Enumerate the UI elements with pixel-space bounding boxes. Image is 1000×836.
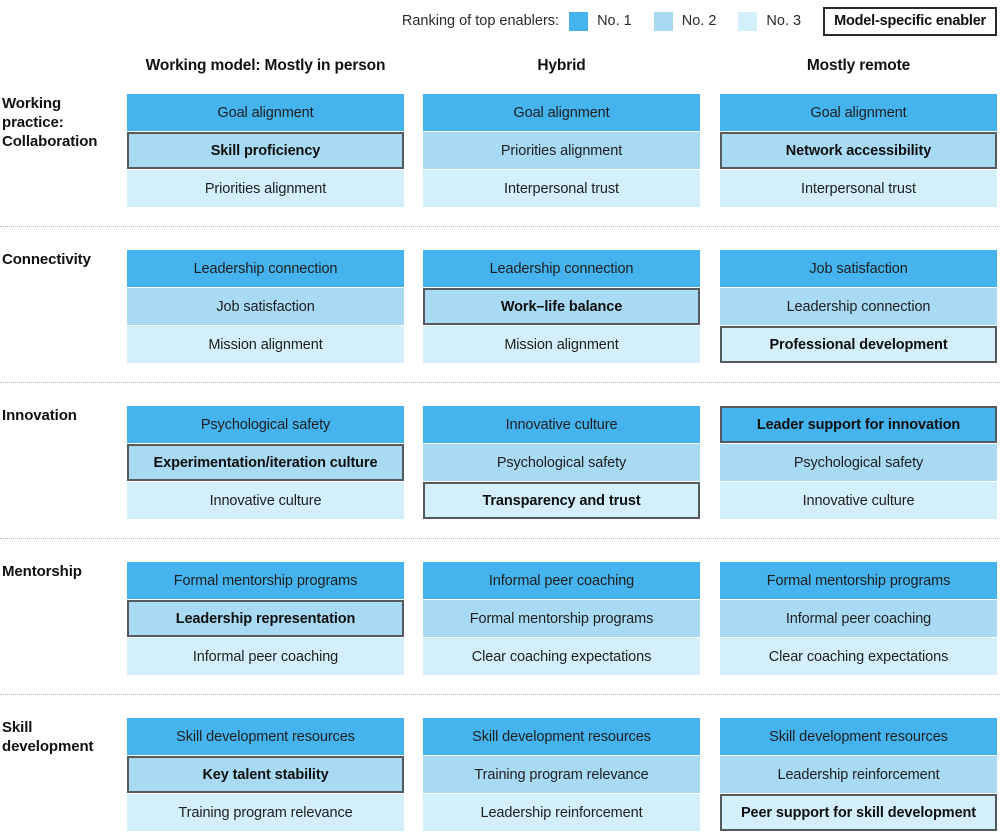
- cell-group-connectivity-mostly-remote: Job satisfaction Leadership connection Pro…: [720, 250, 997, 368]
- cell-group-mentorship-mostly-remote: Formal mentorship programs Informal peer …: [720, 562, 997, 680]
- row-divider-3: [0, 538, 1000, 539]
- enabler-cell[interactable]: Clear coaching expectations: [423, 638, 700, 675]
- enabler-cell[interactable]: Formal mentorship programs: [720, 562, 997, 599]
- cell-group-innovation-hybrid: Innovative culture Psychological safety Tr…: [423, 406, 700, 524]
- legend-item-rank-3: No. 3: [738, 11, 802, 31]
- row-working-practice-collaboration: Working practice: Collaboration Goal alig…: [0, 94, 1000, 212]
- enabler-cell[interactable]: Goal alignment: [127, 94, 404, 131]
- legend-model-specific-enabler: Model-specific enabler: [823, 6, 997, 36]
- enabler-cell[interactable]: Skill proficiency: [127, 132, 404, 169]
- column-header-mostly-remote: Mostly remote: [806, 57, 911, 74]
- enabler-cell[interactable]: Training program relevance: [127, 794, 404, 831]
- enabler-cell[interactable]: Transparency and trust: [423, 482, 700, 519]
- row-skill-development: Skill development Skill development resou…: [0, 718, 1000, 836]
- cell-group-connectivity-mostly-in-person: Leadership connection Job satisfaction Mis…: [127, 250, 404, 368]
- legend-item-rank-2: No. 2: [653, 11, 717, 31]
- legend-label-rank-1: No. 1: [597, 13, 632, 29]
- column-header-mostly-in-person: Working model: Mostly in person: [145, 57, 386, 74]
- enabler-cell[interactable]: Interpersonal trust: [423, 170, 700, 207]
- enabler-ranking-figure: Ranking of top enablers: No. 1 No. 2 No.…: [0, 0, 1000, 835]
- legend-swatch-rank-3: [738, 11, 758, 31]
- legend: Ranking of top enablers: No. 1 No. 2 No.…: [0, 6, 1000, 36]
- row-divider-1: [0, 226, 1000, 227]
- row-cells-mentorship: Formal mentorship programs Leadership rep…: [0, 562, 1000, 680]
- legend-swatch-rank-2: [653, 11, 673, 31]
- enabler-cell[interactable]: Leadership reinforcement: [423, 794, 700, 831]
- enabler-cell[interactable]: Network accessibility: [720, 132, 997, 169]
- row-cells-connectivity: Leadership connection Job satisfaction Mis…: [0, 250, 1000, 368]
- enabler-cell[interactable]: Leadership connection: [720, 288, 997, 325]
- cell-group-connectivity-hybrid: Leadership connection Work–life balance Mi…: [423, 250, 700, 368]
- enabler-cell[interactable]: Leadership connection: [127, 250, 404, 287]
- enabler-cell[interactable]: Formal mentorship programs: [127, 562, 404, 599]
- enabler-cell[interactable]: Training program relevance: [423, 756, 700, 793]
- enabler-cell[interactable]: Interpersonal trust: [720, 170, 997, 207]
- cell-group-working-practice-collaboration-mostly-remote: Goal alignment Network accessibility Inter…: [720, 94, 997, 212]
- row-mentorship: Mentorship Formal mentorship programs Lead…: [0, 562, 1000, 680]
- enabler-cell[interactable]: Leadership reinforcement: [720, 756, 997, 793]
- enabler-cell[interactable]: Clear coaching expectations: [720, 638, 997, 675]
- enabler-cell[interactable]: Informal peer coaching: [423, 562, 700, 599]
- enabler-cell[interactable]: Key talent stability: [127, 756, 404, 793]
- enabler-cell[interactable]: Formal mentorship programs: [423, 600, 700, 637]
- enabler-cell[interactable]: Leadership representation: [127, 600, 404, 637]
- row-connectivity: Connectivity Leadership connection Job sat…: [0, 250, 1000, 368]
- row-divider-2: [0, 382, 1000, 383]
- enabler-cell[interactable]: Skill development resources: [127, 718, 404, 755]
- enabler-cell[interactable]: Informal peer coaching: [127, 638, 404, 675]
- row-divider-4: [0, 694, 1000, 695]
- enabler-cell[interactable]: Goal alignment: [720, 94, 997, 131]
- enabler-cell[interactable]: Experimentation/iteration culture: [127, 444, 404, 481]
- enabler-cell[interactable]: Job satisfaction: [720, 250, 997, 287]
- row-cells-working-practice-collaboration: Goal alignment Skill proficiency Prioritie…: [0, 94, 1000, 212]
- enabler-cell[interactable]: Innovative culture: [720, 482, 997, 519]
- enabler-cell[interactable]: Innovative culture: [127, 482, 404, 519]
- cell-group-skill-development-mostly-in-person: Skill development resources Key talent st…: [127, 718, 404, 836]
- legend-label-rank-3: No. 3: [766, 13, 802, 29]
- legend-swatch-rank-1: [569, 11, 589, 31]
- row-cells-skill-development: Skill development resources Key talent st…: [0, 718, 1000, 836]
- enabler-cell[interactable]: Psychological safety: [423, 444, 700, 481]
- legend-title: Ranking of top enablers:: [401, 13, 560, 29]
- enabler-cell[interactable]: Psychological safety: [127, 406, 404, 443]
- enabler-cell[interactable]: Professional development: [720, 326, 997, 363]
- column-header-hybrid: Hybrid: [537, 57, 586, 74]
- enabler-cell[interactable]: Priorities alignment: [127, 170, 404, 207]
- cell-group-skill-development-hybrid: Skill development resources Training prog…: [423, 718, 700, 836]
- enabler-cell[interactable]: Psychological safety: [720, 444, 997, 481]
- cell-group-working-practice-collaboration-hybrid: Goal alignment Priorities alignment Interp…: [423, 94, 700, 212]
- enabler-cell[interactable]: Leadership connection: [423, 250, 700, 287]
- cell-group-innovation-mostly-in-person: Psychological safety Experimentation/iter…: [127, 406, 404, 524]
- enabler-cell[interactable]: Mission alignment: [127, 326, 404, 363]
- row-cells-innovation: Psychological safety Experimentation/iter…: [0, 406, 1000, 524]
- cell-group-innovation-mostly-remote: Leader support for innovation Psychologic…: [720, 406, 997, 524]
- enabler-cell[interactable]: Mission alignment: [423, 326, 700, 363]
- cell-group-skill-development-mostly-remote: Skill development resources Leadership re…: [720, 718, 997, 836]
- enabler-cell[interactable]: Skill development resources: [720, 718, 997, 755]
- enabler-cell[interactable]: Goal alignment: [423, 94, 700, 131]
- enabler-cell[interactable]: Informal peer coaching: [720, 600, 997, 637]
- row-innovation: Innovation Psychological safety Experiment…: [0, 406, 1000, 524]
- legend-item-rank-1: No. 1: [569, 11, 632, 31]
- enabler-cell[interactable]: Leader support for innovation: [720, 406, 997, 443]
- legend-label-rank-2: No. 2: [681, 13, 717, 29]
- cell-group-mentorship-hybrid: Informal peer coaching Formal mentorship …: [423, 562, 700, 680]
- cell-group-working-practice-collaboration-mostly-in-person: Goal alignment Skill proficiency Prioritie…: [127, 94, 404, 212]
- enabler-cell[interactable]: Priorities alignment: [423, 132, 700, 169]
- enabler-cell[interactable]: Job satisfaction: [127, 288, 404, 325]
- enabler-cell[interactable]: Skill development resources: [423, 718, 700, 755]
- enabler-cell[interactable]: Work–life balance: [423, 288, 700, 325]
- column-headers: Working model: Mostly in person Hybrid M…: [0, 57, 1000, 83]
- enabler-cell[interactable]: Peer support for skill development: [720, 794, 997, 831]
- enabler-cell[interactable]: Innovative culture: [423, 406, 700, 443]
- cell-group-mentorship-mostly-in-person: Formal mentorship programs Leadership rep…: [127, 562, 404, 680]
